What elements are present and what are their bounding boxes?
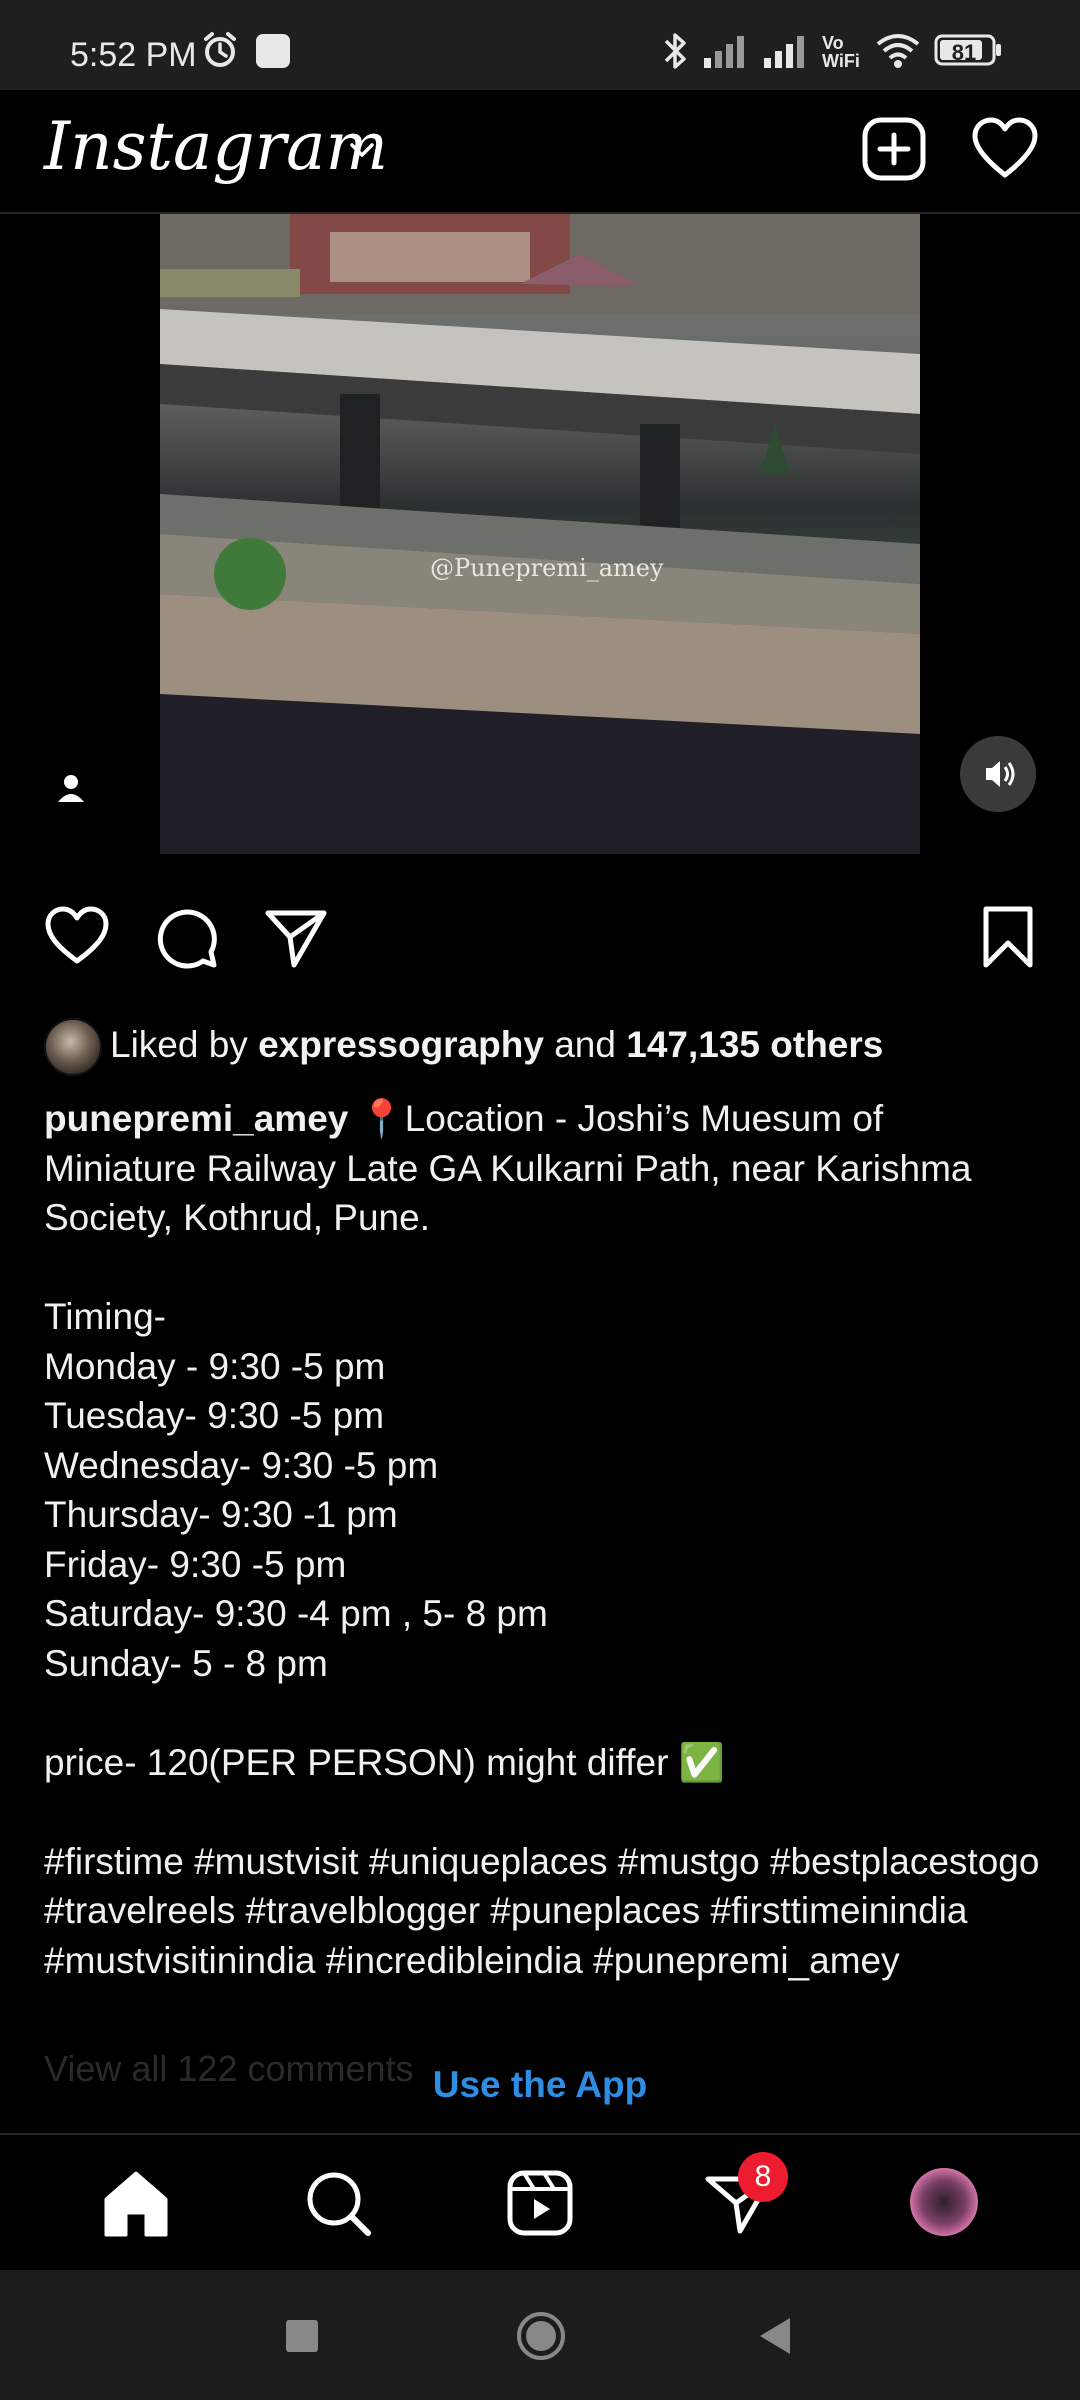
liker-username[interactable]: expressography	[258, 1024, 544, 1065]
signal-icon	[702, 30, 754, 75]
instagram-logo[interactable]: Instagram	[44, 108, 388, 185]
likes-summary[interactable]: Liked by expressography and 147,135 othe…	[110, 1024, 883, 1066]
home-icon[interactable]	[96, 2163, 176, 2243]
notification-square-icon	[254, 30, 292, 75]
video-watermark: @Punepremi_amey	[430, 554, 664, 582]
post-video[interactable]: @Punepremi_amey	[160, 214, 920, 854]
post-caption: punepremi_amey 📍Location - Joshi’s Muesu…	[44, 1094, 1044, 1985]
new-post-icon[interactable]	[860, 115, 928, 188]
reels-icon[interactable]	[500, 2163, 580, 2243]
share-icon[interactable]	[264, 905, 330, 976]
likes-count[interactable]: 147,135 others	[626, 1024, 883, 1065]
volume-icon[interactable]	[960, 736, 1036, 812]
likes-middle: and	[543, 1024, 627, 1065]
status-bar: 5:52 PM Vo WiFi 81	[0, 0, 1080, 90]
save-icon[interactable]	[980, 905, 1036, 976]
battery-level: 81	[951, 40, 977, 65]
like-icon[interactable]	[44, 905, 110, 972]
bluetooth-icon	[660, 30, 690, 77]
search-icon[interactable]	[298, 2163, 378, 2243]
android-navigation-bar	[0, 2270, 1080, 2400]
location-pin-icon: 📍	[358, 1098, 405, 1139]
alarm-icon	[200, 30, 240, 75]
recents-icon[interactable]	[284, 2318, 320, 2359]
likes-prefix: Liked by	[110, 1024, 259, 1065]
wifi-icon	[874, 30, 922, 75]
app-header: Instagram	[0, 90, 1080, 214]
liker-avatar[interactable]	[44, 1018, 102, 1076]
heart-icon[interactable]	[970, 115, 1040, 188]
user-tag-icon[interactable]	[50, 768, 92, 815]
status-time: 5:52 PM	[70, 36, 197, 74]
comment-icon[interactable]	[154, 905, 220, 976]
caption-username[interactable]: punepremi_amey	[44, 1098, 348, 1139]
profile-avatar[interactable]	[910, 2168, 978, 2236]
notification-badge: 8	[738, 2152, 788, 2202]
vowifi-icon: Vo WiFi	[822, 33, 860, 71]
back-icon[interactable]	[756, 2316, 792, 2361]
chevron-down-icon[interactable]	[344, 132, 380, 173]
use-the-app-link[interactable]: Use the App	[0, 2064, 1080, 2106]
video-frame-scene	[160, 214, 920, 854]
home-circle-icon[interactable]	[515, 2310, 567, 2367]
caption-text: Location - Joshi’s Muesum of Miniature R…	[44, 1098, 1040, 1981]
signal-icon	[762, 30, 814, 75]
